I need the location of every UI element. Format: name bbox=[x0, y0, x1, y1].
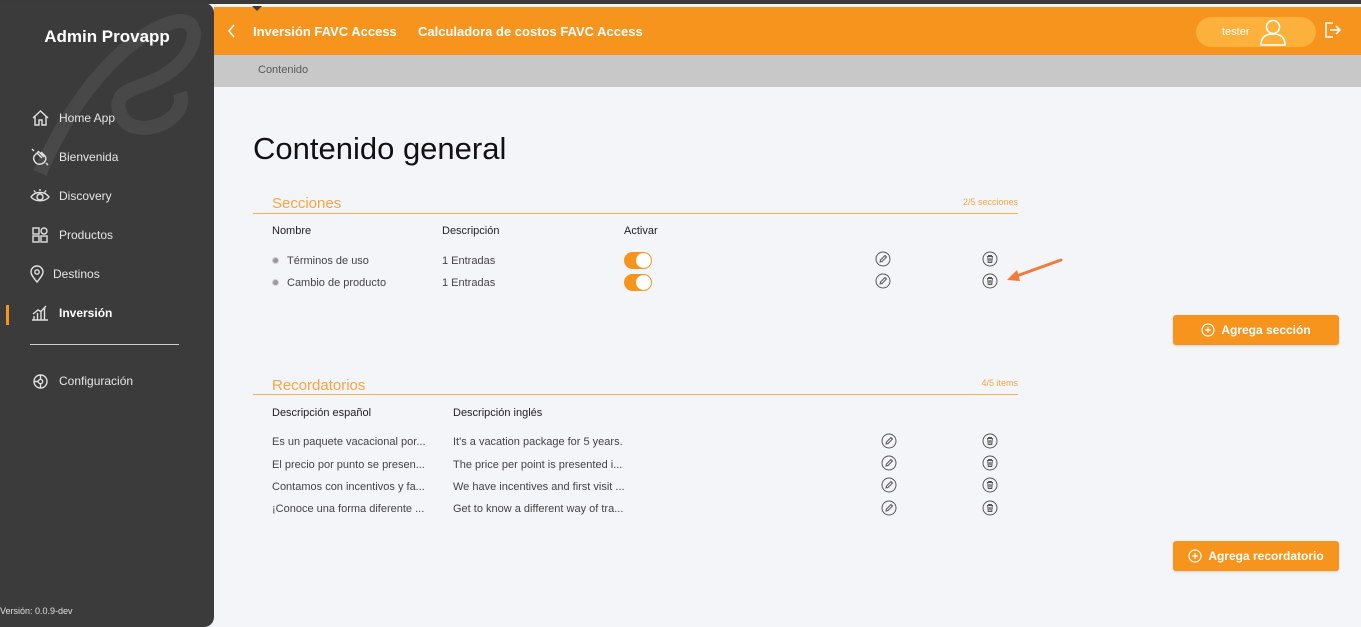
bullet-icon bbox=[272, 257, 279, 264]
row-descripcion-es: Contamos con incentivos y fa... bbox=[272, 481, 425, 493]
sub-breadcrumb-label: Contenido bbox=[258, 64, 309, 76]
trash-icon bbox=[982, 455, 998, 471]
brand-title: Admin Provapp bbox=[44, 27, 170, 46]
activar-toggle[interactable] bbox=[624, 274, 652, 291]
pencil-icon bbox=[875, 251, 891, 267]
sidebar-item-discovery[interactable]: Discovery bbox=[30, 186, 112, 206]
pencil-icon bbox=[881, 477, 897, 493]
trash-icon bbox=[982, 500, 998, 516]
sidebar-item-label: Destinos bbox=[53, 267, 100, 281]
sidebar-item-label: Configuración bbox=[59, 374, 134, 388]
pencil-icon bbox=[875, 273, 891, 289]
activar-toggle[interactable] bbox=[624, 252, 652, 269]
edit-button[interactable] bbox=[881, 477, 897, 493]
plus-circle-icon bbox=[1188, 549, 1202, 563]
agrega-seccion-label: Agrega sección bbox=[1221, 323, 1311, 337]
agrega-seccion-button[interactable]: Agrega sección bbox=[1173, 315, 1339, 345]
sidebar-item-home-app[interactable]: Home App bbox=[30, 108, 115, 128]
active-indicator bbox=[6, 305, 9, 325]
sub-breadcrumb-bar: Contenido bbox=[214, 55, 1361, 87]
waving-hand-icon bbox=[30, 147, 50, 167]
row-descripcion-en: It's a vacation package for 5 years. bbox=[453, 436, 623, 448]
page-title: Contenido general bbox=[253, 131, 507, 166]
location-pin-icon bbox=[27, 264, 47, 284]
delete-button[interactable] bbox=[982, 477, 998, 493]
sidebar-item-productos[interactable]: Productos bbox=[30, 225, 113, 245]
edit-button[interactable] bbox=[881, 455, 897, 471]
breadcrumb-inversion[interactable]: Inversión FAVC Access bbox=[253, 24, 397, 39]
recordatorios-divider bbox=[253, 394, 1018, 395]
version-label: Versión: 0.0.9-dev bbox=[0, 606, 73, 616]
top-header: Inversión FAVC Access Calculadora de cos… bbox=[214, 6, 1361, 55]
sidebar-item-destinos[interactable]: Destinos bbox=[27, 264, 100, 284]
sidebar: Admin Provapp Home App Bienvenida Discov… bbox=[0, 3, 214, 627]
pencil-icon bbox=[881, 455, 897, 471]
edit-button[interactable] bbox=[881, 500, 897, 516]
sidebar-item-inversion[interactable]: Inversión bbox=[30, 303, 112, 323]
row-nombre: Cambio de producto bbox=[287, 277, 387, 289]
row-descripcion-es: ¡Conoce una forma diferente ... bbox=[272, 503, 425, 515]
back-button[interactable] bbox=[224, 21, 240, 41]
secciones-title: Secciones bbox=[272, 195, 342, 212]
column-header-nombre: Nombre bbox=[272, 225, 312, 237]
secciones-count: 2/5 secciones bbox=[962, 197, 1018, 207]
row-descripcion: 1 Entradas bbox=[442, 255, 496, 267]
grid-icon bbox=[30, 225, 50, 245]
annotation-arrow-icon bbox=[1007, 258, 1063, 281]
header-notch bbox=[252, 6, 262, 11]
sidebar-item-label: Inversión bbox=[59, 306, 113, 320]
logout-button[interactable] bbox=[1322, 20, 1342, 45]
gear-icon bbox=[30, 371, 50, 391]
chevron-left-icon bbox=[227, 24, 235, 38]
column-header-activar: Activar bbox=[624, 225, 658, 237]
eye-icon bbox=[30, 186, 50, 206]
delete-button[interactable] bbox=[982, 251, 998, 267]
column-header-descripcion-espanol: Descripción español bbox=[272, 407, 372, 419]
breadcrumb-calculadora[interactable]: Calculadora de costos FAVC Access bbox=[418, 24, 643, 39]
sidebar-item-configuracion[interactable]: Configuración bbox=[30, 371, 133, 391]
user-name: tester bbox=[1222, 26, 1250, 38]
row-descripcion-en: We have incentives and first visit ... bbox=[453, 481, 625, 493]
row-descripcion-es: El precio por punto se presen... bbox=[272, 459, 425, 471]
column-header-descripcion-ingles: Descripción inglés bbox=[453, 407, 543, 419]
edit-button[interactable] bbox=[881, 433, 897, 449]
home-icon bbox=[30, 108, 50, 128]
column-header-descripcion: Descripción bbox=[442, 225, 500, 237]
edit-button[interactable] bbox=[875, 273, 891, 289]
logout-icon bbox=[1325, 22, 1342, 38]
sidebar-item-label: Home App bbox=[59, 111, 116, 125]
sidebar-item-bienvenida[interactable]: Bienvenida bbox=[30, 147, 118, 167]
sidebar-item-label: Bienvenida bbox=[59, 150, 119, 164]
delete-button[interactable] bbox=[982, 455, 998, 471]
user-menu[interactable]: tester bbox=[1196, 17, 1316, 47]
agrega-recordatorio-label: Agrega recordatorio bbox=[1208, 549, 1324, 563]
row-descripcion-en: Get to know a different way of tra... bbox=[453, 503, 624, 515]
trash-icon bbox=[982, 477, 998, 493]
secciones-divider bbox=[253, 213, 1018, 214]
bullet-icon bbox=[272, 279, 279, 286]
avatar-icon bbox=[1260, 19, 1286, 46]
recordatorios-count: 4/5 items bbox=[981, 378, 1018, 388]
pencil-icon bbox=[881, 500, 897, 516]
delete-button[interactable] bbox=[982, 273, 998, 289]
recordatorios-title: Recordatorios bbox=[272, 377, 366, 394]
agrega-recordatorio-button[interactable]: Agrega recordatorio bbox=[1173, 541, 1339, 571]
sidebar-divider bbox=[30, 344, 179, 345]
bar-chart-icon bbox=[30, 303, 50, 323]
delete-button[interactable] bbox=[982, 433, 998, 449]
row-descripcion: 1 Entradas bbox=[442, 277, 496, 289]
row-descripcion-en: The price per point is presented i... bbox=[453, 459, 623, 471]
trash-icon bbox=[982, 273, 998, 289]
row-nombre: Términos de uso bbox=[287, 255, 369, 267]
plus-circle-icon bbox=[1201, 323, 1215, 337]
trash-icon bbox=[982, 433, 998, 449]
row-descripcion-es: Es un paquete vacacional por... bbox=[272, 436, 426, 448]
sidebar-item-label: Discovery bbox=[59, 189, 112, 203]
delete-button[interactable] bbox=[982, 500, 998, 516]
pencil-icon bbox=[881, 433, 897, 449]
trash-icon bbox=[982, 251, 998, 267]
sidebar-item-label: Productos bbox=[59, 228, 114, 242]
edit-button[interactable] bbox=[875, 251, 891, 267]
